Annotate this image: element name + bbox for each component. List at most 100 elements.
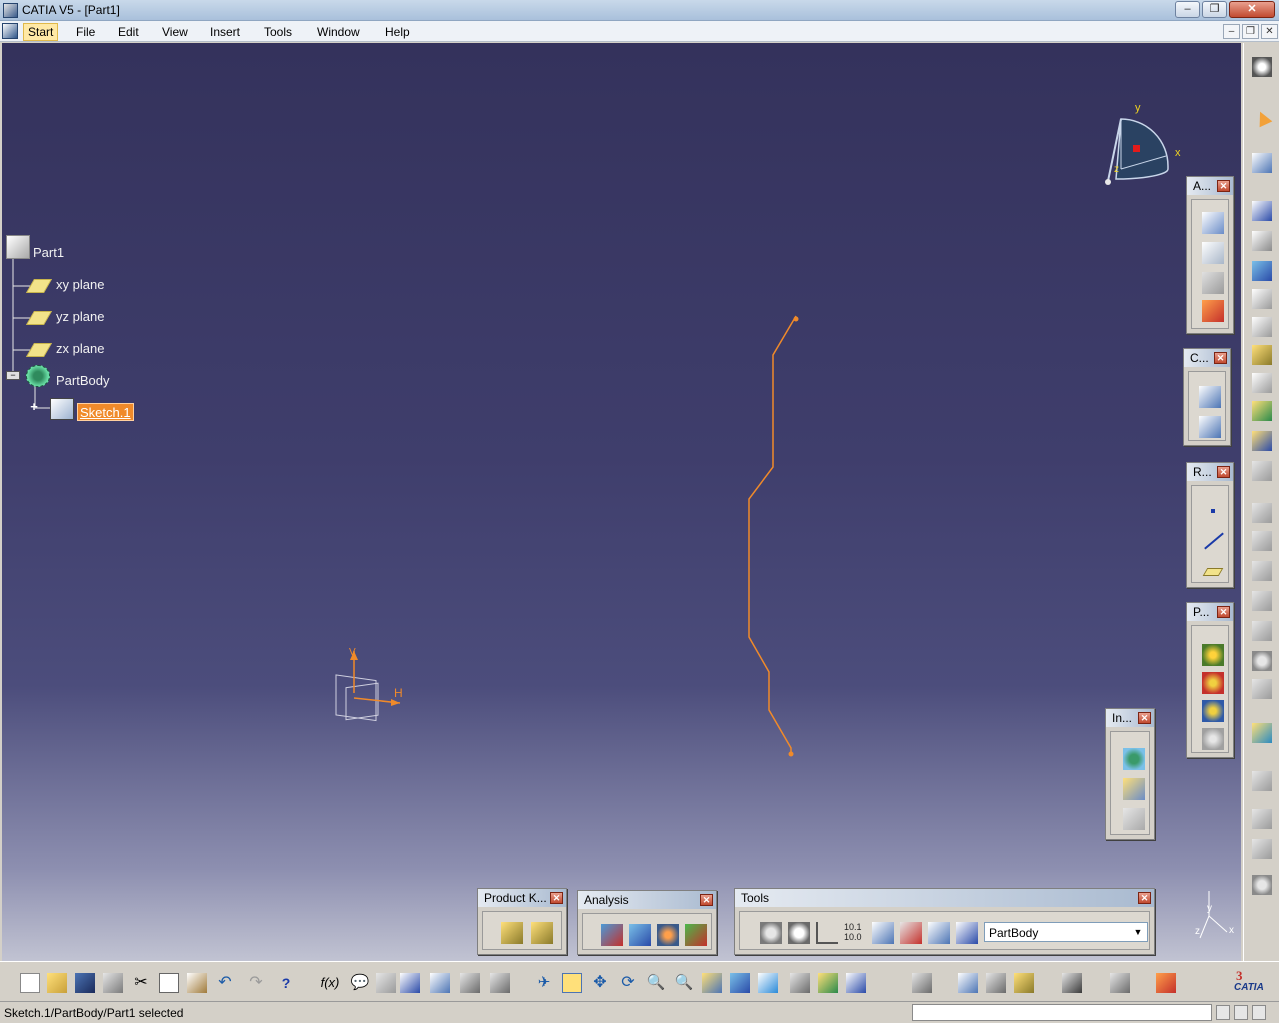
swap-space-icon[interactable] <box>846 973 866 993</box>
3d-viewport[interactable]: y x z H V y x z Part1 xy plane yz plane … <box>2 43 1241 961</box>
sketch-insert-icon[interactable] <box>1123 778 1145 800</box>
print-icon[interactable] <box>103 973 123 993</box>
partbody-gear-icon[interactable] <box>26 365 50 387</box>
tree-item-sketch1[interactable]: Sketch.1 <box>77 403 134 421</box>
save-icon[interactable] <box>75 973 95 993</box>
boolean-icon[interactable] <box>1252 723 1272 743</box>
check-icon[interactable] <box>490 973 510 993</box>
help-icon[interactable]: ? <box>276 973 296 993</box>
work-object-icon[interactable] <box>872 922 894 944</box>
sketch-analysis-icon[interactable] <box>1110 973 1130 993</box>
status-button[interactable] <box>1216 1005 1230 1020</box>
doc-close-button[interactable]: ✕ <box>1261 24 1278 39</box>
menu-window[interactable]: Window <box>313 24 364 40</box>
annotations-palette[interactable]: A... ✕ <box>1186 176 1234 334</box>
curvature-analysis-icon[interactable] <box>629 924 651 946</box>
pattern-icon[interactable] <box>1252 771 1272 791</box>
copy-icon[interactable] <box>159 973 179 993</box>
mirror-icon[interactable] <box>1252 679 1272 699</box>
chevron-down-icon[interactable]: ▼ <box>1131 925 1145 939</box>
grid-icon[interactable] <box>1252 839 1272 859</box>
constraint-palette[interactable]: C... ✕ <box>1183 348 1231 446</box>
scan-icon[interactable] <box>900 922 922 944</box>
menu-view[interactable]: View <box>158 24 192 40</box>
point-icon[interactable] <box>1202 500 1224 522</box>
fly-mode-icon[interactable]: ✈ <box>534 973 554 993</box>
product-knowledge-palette[interactable]: Product K... ✕ <box>477 888 567 955</box>
hole-tool-icon[interactable] <box>1252 289 1272 309</box>
palette-close-button[interactable]: ✕ <box>550 892 563 904</box>
collapse-icon[interactable]: − <box>6 371 20 380</box>
knowledge-icon[interactable] <box>501 922 523 944</box>
lock-icon[interactable] <box>376 973 396 993</box>
workbench-icon[interactable] <box>1156 973 1176 993</box>
profile-palette[interactable]: P... ✕ <box>1186 602 1234 758</box>
palette-close-button[interactable]: ✕ <box>1217 606 1230 618</box>
draft-tool-icon[interactable] <box>1252 401 1272 421</box>
status-button[interactable] <box>1252 1005 1266 1020</box>
comment-icon[interactable]: 💬 <box>350 973 370 993</box>
normal-view-icon[interactable] <box>702 973 722 993</box>
render-style-icon[interactable] <box>790 973 810 993</box>
contact-constraint-icon[interactable] <box>1199 416 1221 438</box>
axis-system-icon[interactable] <box>816 922 838 944</box>
menu-edit[interactable]: Edit <box>114 24 143 40</box>
multi-view-icon[interactable] <box>730 973 750 993</box>
pocket-tool-icon[interactable] <box>1252 231 1272 251</box>
command-input[interactable] <box>912 1004 1212 1021</box>
reference-elements-palette[interactable]: R... ✕ <box>1186 462 1234 588</box>
apply-material-icon[interactable] <box>912 973 932 993</box>
reactions-icon[interactable] <box>531 922 553 944</box>
document-icon[interactable] <box>2 23 18 39</box>
zoom-in-icon[interactable]: 🔍 <box>646 973 666 993</box>
list-icon[interactable] <box>928 922 950 944</box>
undo-icon[interactable]: ↶ <box>215 973 235 993</box>
measure-between-icon[interactable] <box>958 973 978 993</box>
fillet-tool-icon[interactable] <box>1252 345 1272 365</box>
iso-view-icon[interactable] <box>758 973 778 993</box>
doc-restore-button[interactable]: ❐ <box>1242 24 1259 39</box>
sketch-icon[interactable] <box>50 398 74 420</box>
formula-icon[interactable]: f(x) <box>320 973 340 993</box>
shaft-tool-icon[interactable] <box>1252 261 1272 281</box>
explode-icon[interactable] <box>1252 875 1272 895</box>
cut-icon[interactable]: ✂ <box>131 973 151 993</box>
tree-item-xy-plane[interactable]: xy plane <box>54 276 106 294</box>
geometrical-set-icon[interactable] <box>1123 808 1145 830</box>
menu-file[interactable]: File <box>72 24 99 40</box>
part-icon[interactable] <box>6 235 30 259</box>
scaling-icon[interactable] <box>1252 809 1272 829</box>
minimize-button[interactable]: – <box>1175 1 1200 18</box>
zoom-out-icon[interactable]: 🔍 <box>674 973 694 993</box>
fit-all-icon[interactable] <box>562 973 582 993</box>
select-arrow-icon[interactable] <box>1252 108 1273 129</box>
pad-icon[interactable] <box>1202 644 1224 666</box>
palette-close-button[interactable]: ✕ <box>1138 892 1151 904</box>
body-insert-icon[interactable] <box>1123 748 1145 770</box>
table-icon[interactable] <box>400 973 420 993</box>
tree-item-zx-plane[interactable]: zx plane <box>54 340 106 358</box>
camera-icon[interactable] <box>1062 973 1082 993</box>
catalog-icon[interactable] <box>460 973 480 993</box>
pan-icon[interactable]: ✥ <box>590 973 610 993</box>
shell-tool-icon[interactable] <box>1252 431 1272 451</box>
palette-close-button[interactable]: ✕ <box>1217 466 1230 478</box>
rotate-icon[interactable]: ⟳ <box>618 973 638 993</box>
redo-icon[interactable]: ↷ <box>246 973 266 993</box>
pocket-icon[interactable] <box>1202 672 1224 694</box>
text-abc-icon[interactable] <box>1202 212 1224 234</box>
chamfer-tool-icon[interactable] <box>1252 373 1272 393</box>
open-icon[interactable] <box>47 973 67 993</box>
manual-update-icon[interactable] <box>788 922 810 944</box>
paste-icon[interactable] <box>187 973 207 993</box>
rib-tool-icon[interactable] <box>1252 317 1272 337</box>
measure-inertia-icon[interactable] <box>1014 973 1034 993</box>
shaft-icon[interactable] <box>1202 700 1224 722</box>
target-icon[interactable] <box>1252 651 1272 671</box>
split-tool-icon[interactable] <box>1252 503 1272 523</box>
tree-item-part1[interactable]: Part1 <box>31 244 66 262</box>
geometry-icon[interactable] <box>1202 300 1224 322</box>
tree-item-partbody[interactable]: PartBody <box>54 372 111 390</box>
tools-body-dropdown[interactable]: PartBody ▼ <box>984 922 1148 942</box>
groove-icon[interactable] <box>1202 728 1224 750</box>
